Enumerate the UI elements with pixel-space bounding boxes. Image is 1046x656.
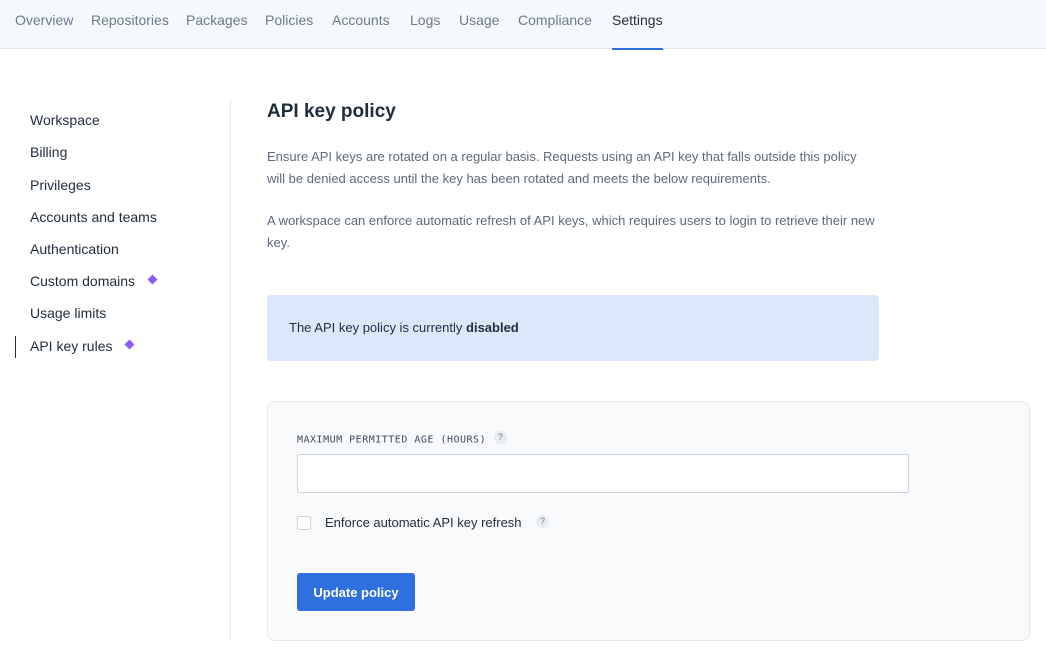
sidebar-item-usage-limits[interactable]: Usage limits xyxy=(30,302,106,324)
max-age-label: MAXIMUM PERMITTED AGE (HOURS)? xyxy=(297,431,508,448)
update-policy-button[interactable]: Update policy xyxy=(297,573,415,611)
sidebar-item-workspace[interactable]: Workspace xyxy=(30,109,100,131)
sidebar-item-label: Accounts and teams xyxy=(30,209,157,225)
enforce-refresh-checkbox[interactable] xyxy=(297,516,311,530)
tab-policies[interactable]: Policies xyxy=(265,0,313,49)
sidebar-item-label: Custom domains xyxy=(30,273,136,289)
status-badge: disabled xyxy=(466,320,519,335)
page-title: API key policy xyxy=(267,101,396,122)
sidebar-item-label: API key rules xyxy=(30,338,113,354)
enforce-refresh-label[interactable]: Enforce automatic API key refresh xyxy=(325,514,522,532)
tab-accounts[interactable]: Accounts xyxy=(332,0,390,49)
tab-repositories[interactable]: Repositories xyxy=(91,0,169,49)
description-paragraph: Ensure API keys are rotated on a regular… xyxy=(267,149,857,186)
help-icon[interactable]: ? xyxy=(494,431,508,444)
max-age-label-text: MAXIMUM PERMITTED AGE (HOURS) xyxy=(297,434,487,446)
settings-sidebar: Workspace Billing Privileges Accounts an… xyxy=(0,100,231,640)
tab-compliance[interactable]: Compliance xyxy=(518,0,592,49)
tab-logs[interactable]: Logs xyxy=(410,0,440,49)
sidebar-item-label: Billing xyxy=(30,144,68,160)
sidebar-item-accounts-and-teams[interactable]: Accounts and teams xyxy=(30,206,157,228)
tab-overview[interactable]: Overview xyxy=(15,0,73,49)
sidebar-active-indicator xyxy=(15,336,16,358)
diamond-icon xyxy=(147,274,158,285)
tab-packages[interactable]: Packages xyxy=(186,0,247,49)
sidebar-item-label: Privileges xyxy=(30,177,91,193)
sidebar-item-privileges[interactable]: Privileges xyxy=(30,174,91,196)
sidebar-item-api-key-rules[interactable]: API key rules xyxy=(30,335,135,357)
sidebar-item-billing[interactable]: Billing xyxy=(30,141,67,163)
sidebar-item-authentication[interactable]: Authentication xyxy=(30,238,119,260)
sidebar-item-custom-domains[interactable]: Custom domains xyxy=(30,270,158,292)
max-age-input[interactable] xyxy=(297,454,909,493)
tab-settings[interactable]: Settings xyxy=(612,0,663,50)
tab-usage[interactable]: Usage xyxy=(459,0,499,49)
top-navigation: Overview Repositories Packages Policies … xyxy=(0,0,1046,50)
diamond-icon xyxy=(125,339,135,350)
policy-status-notice: The API key policy is currently disabled xyxy=(267,295,879,361)
notice-text: The API key policy is currently xyxy=(289,320,467,335)
policy-form-card: MAXIMUM PERMITTED AGE (HOURS)? Enforce a… xyxy=(267,401,1030,641)
sidebar-item-label: Workspace xyxy=(30,112,100,128)
sidebar-item-label: Authentication xyxy=(30,241,119,257)
sidebar-item-label: Usage limits xyxy=(30,305,107,321)
help-icon[interactable]: ? xyxy=(536,515,549,528)
description-paragraph-refresh: A workspace can enforce automatic refres… xyxy=(267,213,875,250)
